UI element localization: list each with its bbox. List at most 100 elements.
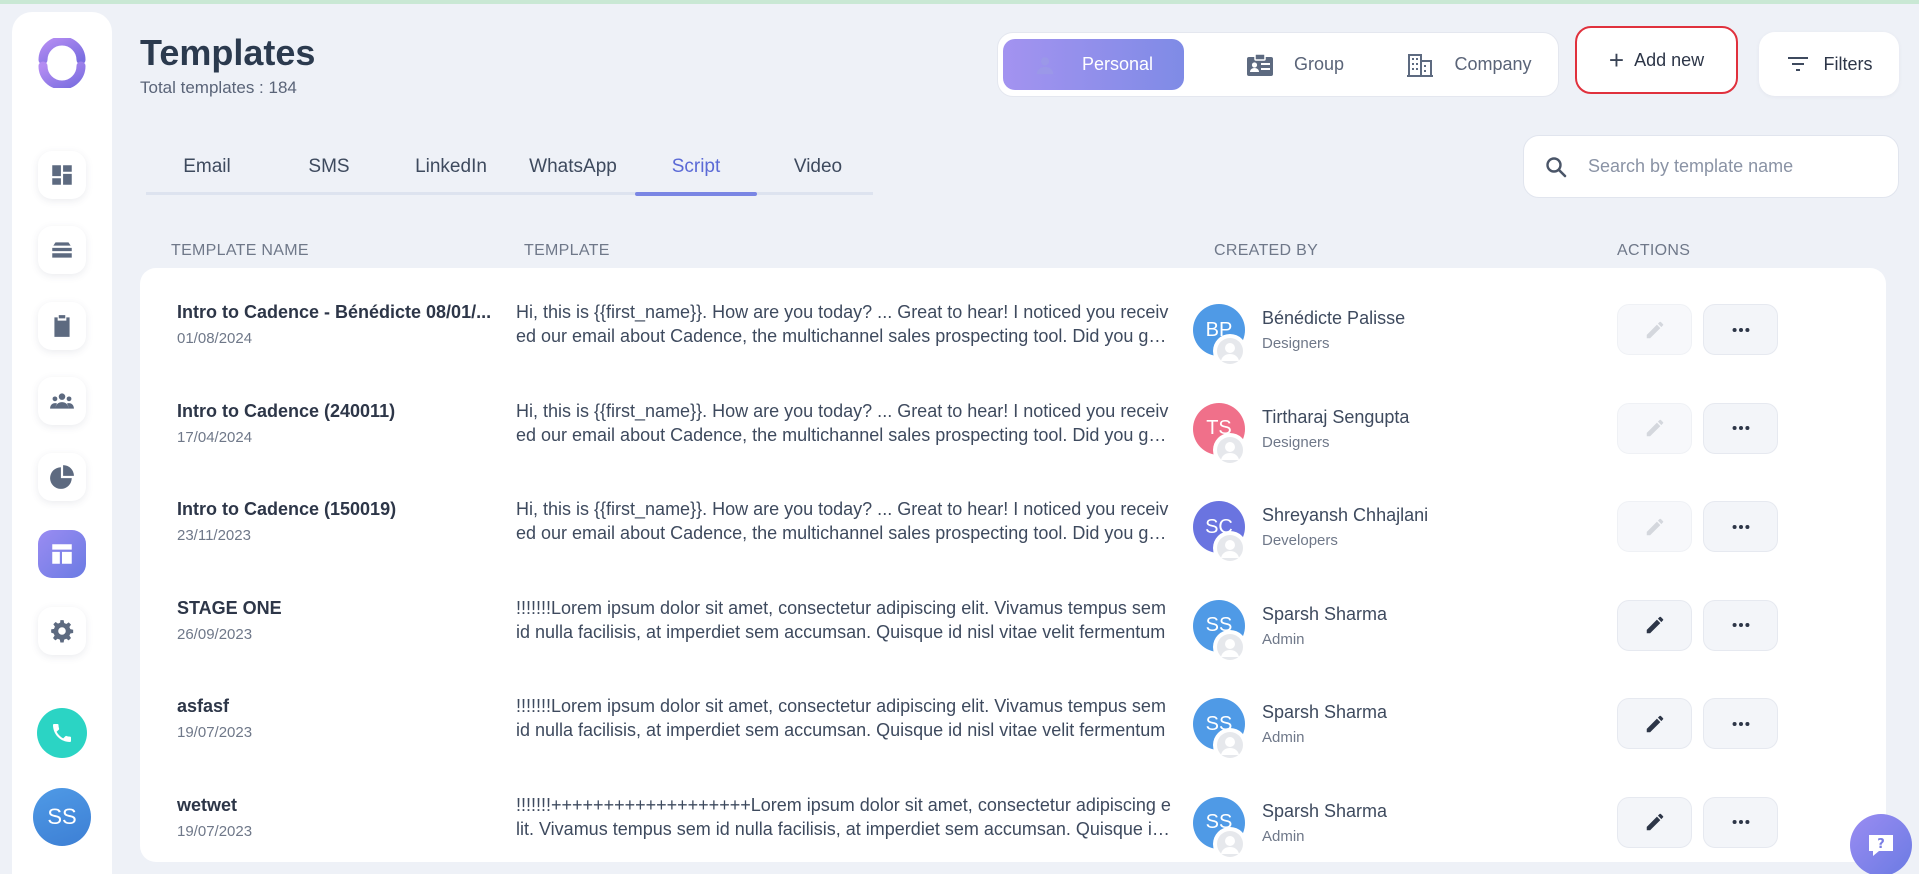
call-button[interactable] [37,708,87,758]
edit-button[interactable] [1617,501,1692,552]
more-options-button[interactable] [1703,402,1778,454]
tab-email[interactable]: Email [146,156,268,192]
table-row[interactable]: STAGE ONE 26/09/2023 !!!!!!!Lorem ipsum … [140,564,1886,664]
more-horizontal-icon [1732,622,1749,628]
filters-button[interactable]: Filters [1759,32,1899,96]
pencil-icon [1646,518,1663,535]
creator-name: Sparsh Sharma [1262,800,1388,821]
table-row[interactable]: Intro to Cadence (150019) 23/11/2023 Hi,… [140,465,1886,565]
template-preview: Hi, this is {{first_name}}. How are you … [516,499,1169,543]
scope-group-button[interactable]: Group [1220,39,1370,90]
scope-personal-button[interactable]: Personal [1003,39,1184,90]
template-name[interactable]: Intro to Cadence (150019) [177,499,492,520]
creator-name: Tirtharaj Sengupta [1262,406,1410,427]
templates-icon [52,544,72,564]
edit-button[interactable] [1617,599,1692,651]
nav-settings-button[interactable] [38,607,86,655]
more-options-button[interactable] [1703,599,1778,651]
tab-linkedin[interactable]: LinkedIn [390,156,512,192]
nav-sequences-button[interactable] [38,226,86,274]
creator-team: Admin [1262,827,1305,845]
channel-tabs: Email SMS LinkedIn WhatsApp Script Video [146,148,873,196]
nav-people-button[interactable] [38,377,86,425]
nav-tasks-button[interactable] [38,302,86,350]
template-name[interactable]: STAGE ONE [177,598,492,619]
creator-team: Designers [1262,335,1330,352]
page-title: Templates [140,32,316,73]
template-preview: Hi, this is {{first_name}}. How are you … [516,302,1169,346]
template-name[interactable]: asfasf [177,696,492,717]
nav-reports-button[interactable] [38,453,86,501]
table-row[interactable]: wetwet 19/07/2023 !!!!!!!+++++++++++++++… [140,761,1886,861]
creator-name: Sparsh Sharma [1262,702,1388,722]
more-horizontal-icon [1732,425,1749,431]
scope-personal-label: Personal [1081,54,1154,74]
creator-team: Developers [1262,532,1338,549]
filters-label: Filters [1823,53,1873,74]
template-date: 23/11/2023 [177,527,251,544]
pencil-icon [1646,715,1663,732]
edit-button[interactable] [1617,304,1692,355]
dashboard-icon [52,165,72,185]
pencil-icon [1646,321,1663,338]
template-name[interactable]: Intro to Cadence - Bénédicte 08/01/... [177,302,492,323]
plus-icon: + [1608,45,1625,75]
search-input[interactable] [1588,156,1888,177]
more-options-button[interactable] [1703,796,1778,848]
nav-templates-button[interactable] [38,530,86,578]
filter-icon [1787,57,1808,71]
stack-icon [52,242,72,258]
edit-button[interactable] [1617,796,1692,848]
more-horizontal-icon [1732,524,1749,529]
template-name[interactable]: wetwet [177,795,492,816]
people-icon [50,393,74,409]
creator-avatar: BP [1193,304,1247,368]
creator-avatar: SS [1193,599,1247,664]
nav-dashboard-button[interactable] [38,151,86,199]
tab-sms[interactable]: SMS [268,156,390,192]
table-row[interactable]: Intro to Cadence (240011) 17/04/2024 Hi,… [140,367,1886,467]
user-placeholder-icon [1213,629,1247,664]
creator-avatar: SC [1193,501,1247,565]
template-preview: !!!!!!!Lorem ipsum dolor sit amet, conse… [516,696,1166,740]
pencil-icon [1646,419,1663,437]
template-date: 17/04/2024 [177,428,253,446]
user-avatar[interactable]: SS [33,788,91,846]
more-options-button[interactable] [1703,501,1778,552]
edit-button[interactable] [1617,402,1692,454]
creator-avatar: SS [1193,796,1247,861]
more-options-button[interactable] [1703,304,1778,355]
more-horizontal-icon [1732,721,1749,726]
help-chat-button[interactable]: ? [1850,814,1912,874]
tabs-baseline [146,192,873,195]
top-progress-line [0,0,1919,4]
more-options-button[interactable] [1703,698,1778,749]
user-placeholder-icon [1213,432,1247,467]
creator-avatar: SS [1193,698,1247,762]
column-header-template: TEMPLATE [524,242,610,259]
person-icon [1036,56,1054,74]
edit-button[interactable] [1617,698,1692,749]
user-placeholder-icon [1213,826,1247,861]
id-card-icon [1246,52,1273,76]
creator-name: Bénédicte Palisse [1262,308,1406,328]
tab-script[interactable]: Script [635,156,757,196]
add-new-button[interactable]: + Add new [1575,26,1738,94]
help-chat-icon: ? [1869,835,1893,856]
tab-video[interactable]: Video [757,156,879,192]
creator-team: Designers [1262,433,1330,451]
cadence-logo-icon[interactable] [37,36,87,90]
scope-company-button[interactable]: Company [1390,39,1548,90]
column-header-template-name: TEMPLATE NAME [171,242,309,259]
template-name[interactable]: Intro to Cadence (240011) [177,401,492,422]
table-row[interactable]: asfasf 19/07/2023 !!!!!!!Lorem ipsum dol… [140,662,1886,762]
table-row[interactable]: Intro to Cadence - Bénédicte 08/01/... 0… [140,268,1886,368]
scope-switcher: Personal Group Company [997,32,1559,97]
column-header-actions: ACTIONS [1617,242,1691,259]
search-box [1523,135,1899,198]
pie-chart-icon [50,465,74,489]
building-icon [1407,53,1434,77]
tab-whatsapp[interactable]: WhatsApp [512,156,634,192]
creator-name: Sparsh Sharma [1262,603,1388,624]
user-placeholder-icon [1213,531,1247,565]
